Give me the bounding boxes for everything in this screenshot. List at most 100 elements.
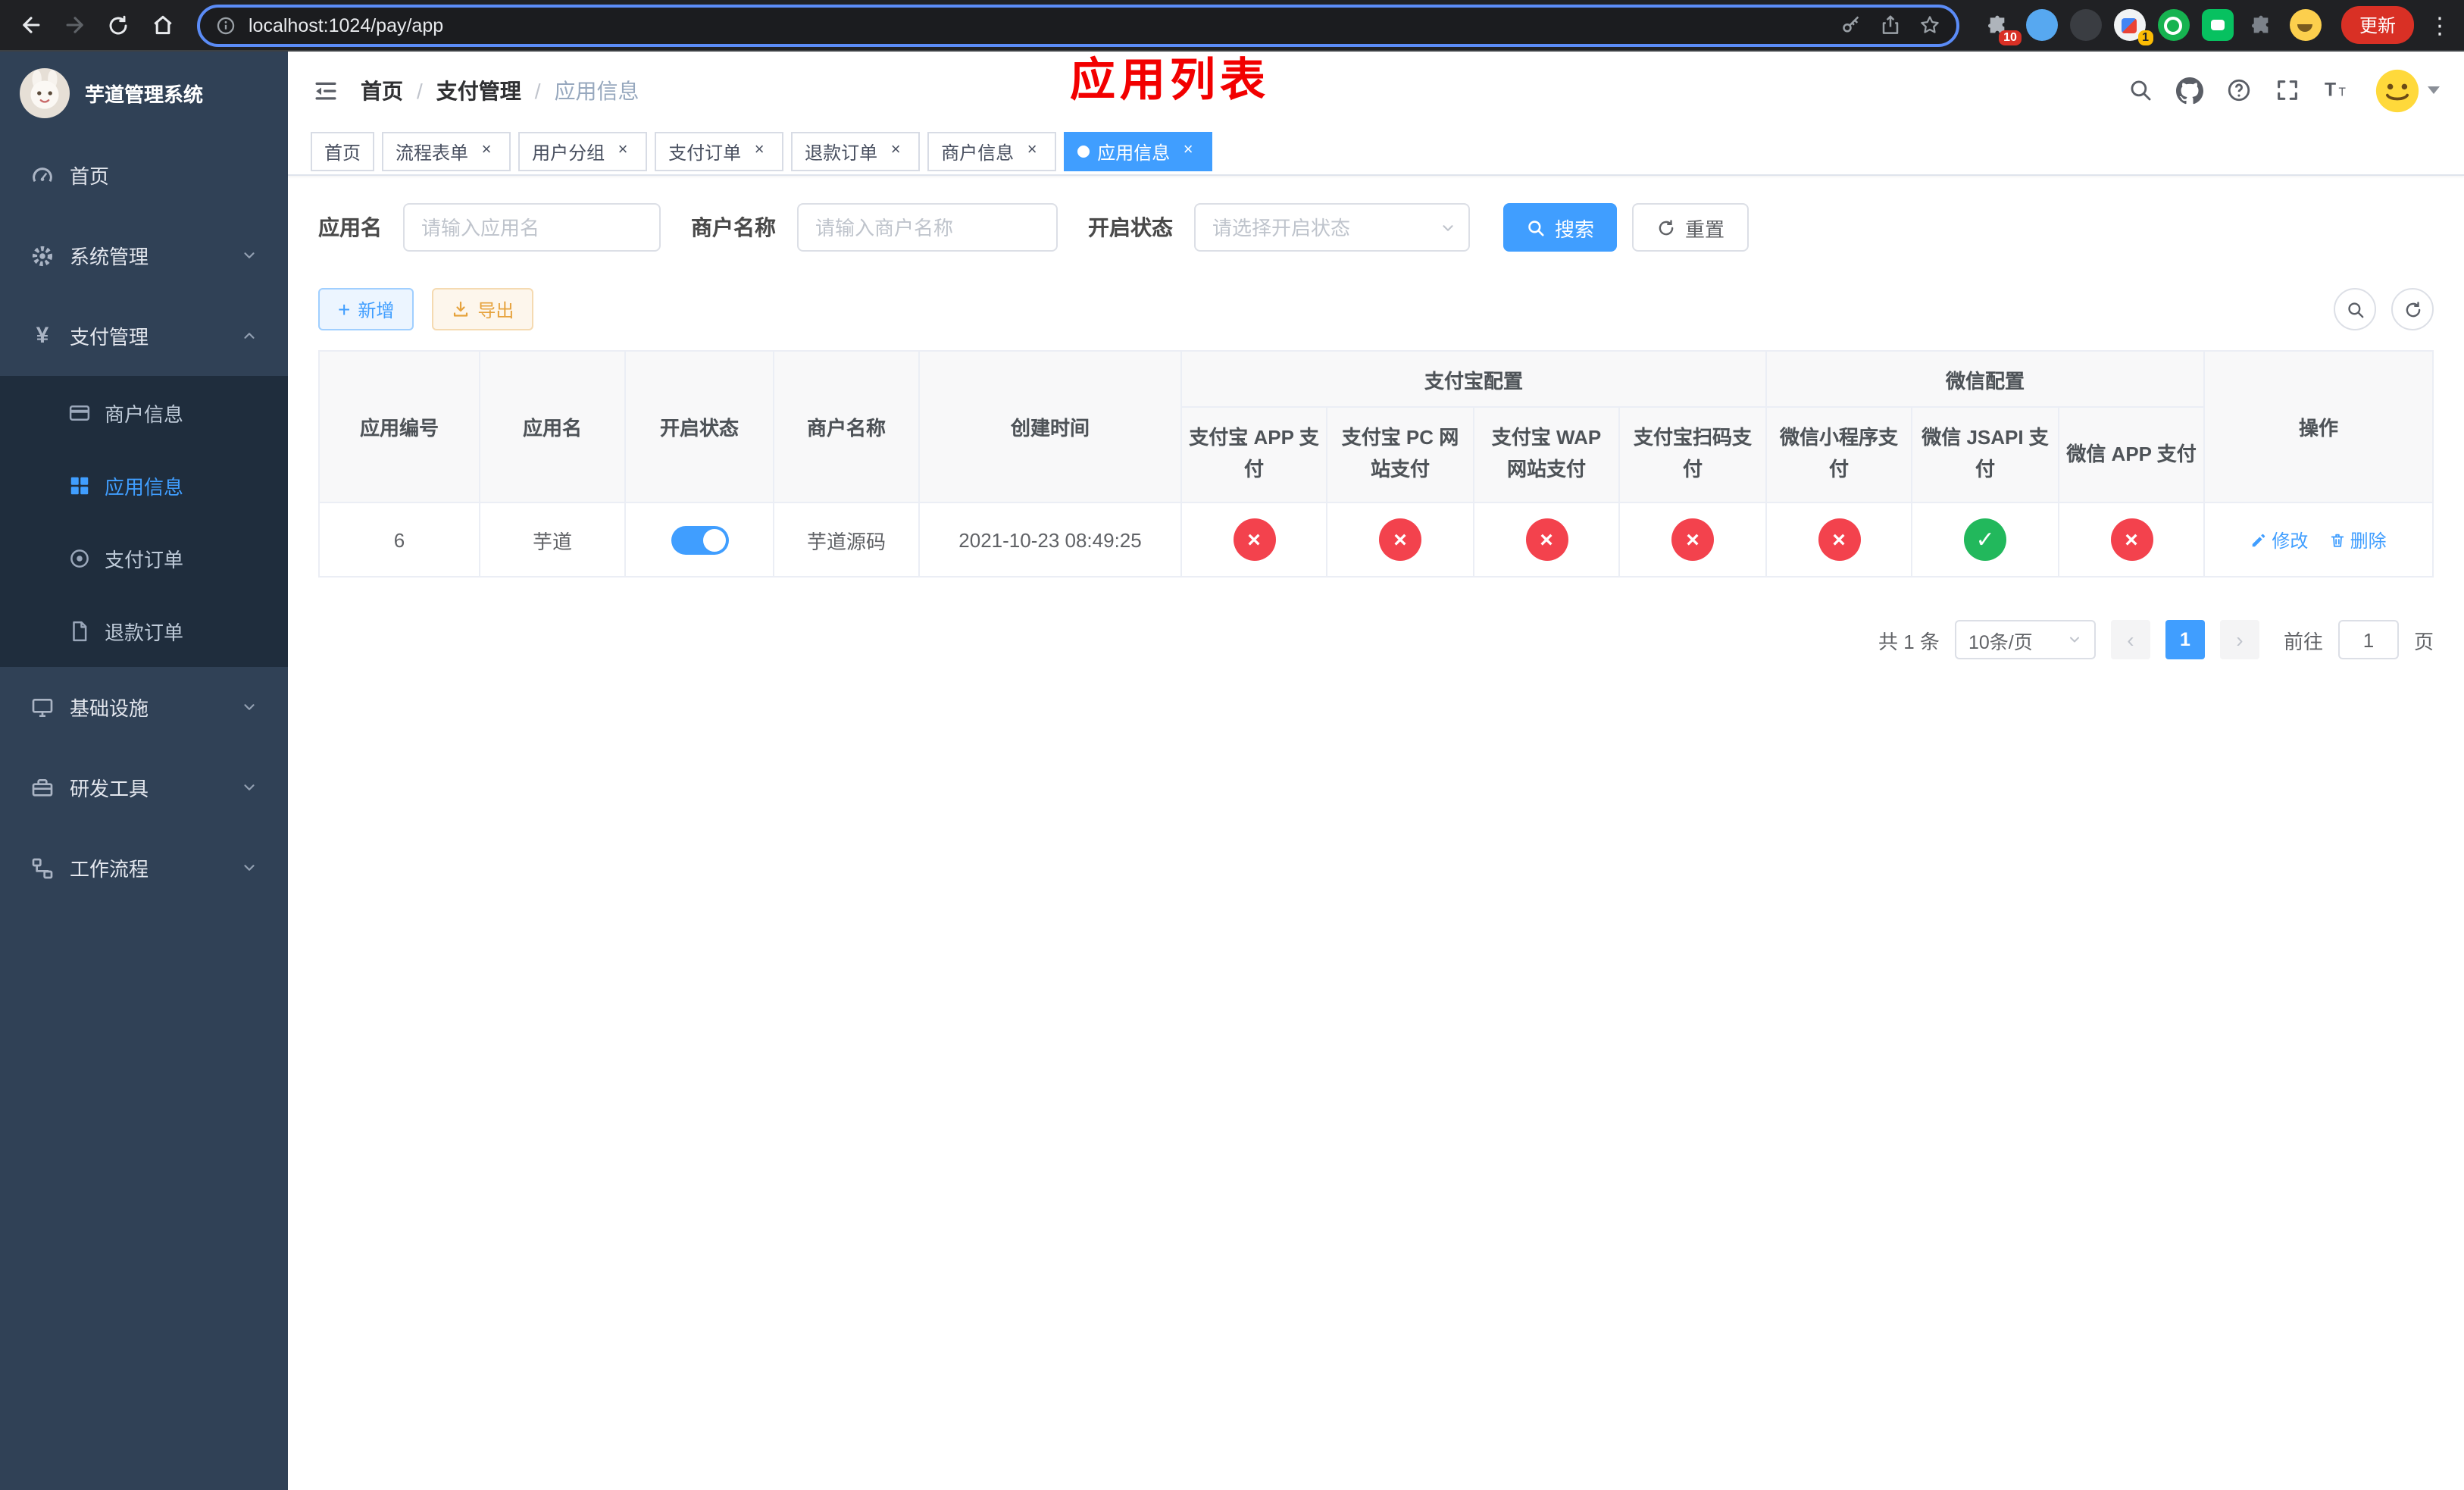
sidebar-item-label: 退款订单 (105, 621, 184, 643)
goto-page-input[interactable] (2337, 620, 2399, 659)
status-label: 开启状态 (1088, 215, 1173, 239)
tab-label: 流程表单 (396, 142, 469, 163)
tab-label: 首页 (324, 142, 361, 163)
tab-close-icon[interactable]: × (1021, 141, 1043, 162)
screen: localhost:1024/pay/app 10 1 更新 ⋮ 芋道管理系统 … (0, 0, 2464, 1490)
cell-wechat-app: × (2058, 502, 2206, 578)
help-icon[interactable] (2226, 77, 2252, 103)
logo-avatar (20, 68, 70, 118)
pagination-total: 共 1 条 (1878, 630, 1940, 653)
prev-page-button[interactable]: ‹ (2110, 620, 2150, 659)
tab-app-info[interactable]: 应用信息 × (1064, 132, 1213, 171)
next-page-button[interactable]: › (2219, 620, 2259, 659)
extension-icon-6[interactable] (2201, 9, 2234, 41)
status-select[interactable] (1194, 203, 1470, 252)
breadcrumb-home[interactable]: 首页 (361, 75, 403, 105)
tab-close-icon[interactable]: × (749, 141, 770, 162)
page-content: 应用名 商户名称 开启状态 (288, 176, 2464, 1490)
show-search-icon[interactable] (2334, 288, 2376, 330)
svg-text:T: T (2339, 86, 2347, 99)
tab-merchant-info[interactable]: 商户信息 × (927, 132, 1057, 171)
edit-link[interactable]: 修改 (2250, 527, 2308, 552)
font-size-icon[interactable]: TT (2323, 77, 2352, 103)
bookmark-star-icon[interactable] (1918, 14, 1941, 36)
col-wechat-app: 微信 APP 支付 (2058, 406, 2206, 503)
search-icon[interactable] (2128, 77, 2153, 103)
sidebar-item-merchant-info[interactable]: 商户信息 (0, 376, 288, 449)
app-name-input[interactable] (403, 203, 661, 252)
navbar-actions: TT (2128, 67, 2440, 113)
app-logo[interactable]: 芋道管理系统 (0, 52, 288, 135)
tab-process-form[interactable]: 流程表单 × (382, 132, 511, 171)
tab-close-icon[interactable]: × (476, 141, 497, 162)
extension-icon-4[interactable]: 1 (2113, 9, 2153, 45)
site-info-icon[interactable] (215, 14, 236, 36)
sidebar-item-app-info[interactable]: 应用信息 (0, 449, 288, 521)
status-toggle[interactable] (671, 525, 728, 554)
browser-back-icon[interactable] (12, 7, 48, 43)
sidebar-item-payment[interactable]: ¥ 支付管理 (0, 296, 288, 376)
user-avatar[interactable] (2375, 67, 2440, 113)
search-button[interactable]: 搜索 (1503, 203, 1618, 252)
extension-icon-2[interactable] (2025, 9, 2058, 41)
export-button[interactable]: 导出 (432, 288, 534, 330)
page-title-annotation: 应用列表 (1070, 56, 1270, 106)
sidebar-item-label: 应用信息 (105, 475, 184, 498)
credit-card-icon (67, 401, 91, 424)
sidebar-item-label: 研发工具 (70, 778, 149, 800)
extension-puzzle-icon-1[interactable]: 10 (1982, 9, 2022, 45)
caret-down-icon (2428, 86, 2440, 94)
tab-home[interactable]: 首页 (311, 132, 375, 171)
merchant-name-input[interactable] (797, 203, 1058, 252)
breadcrumb-payment[interactable]: 支付管理 (436, 75, 521, 105)
browser-reload-icon[interactable] (100, 7, 136, 43)
tab-refund-order[interactable]: 退款订单 × (791, 132, 921, 171)
tab-user-group[interactable]: 用户分组 × (518, 132, 648, 171)
url-text: localhost:1024/pay/app (249, 14, 444, 36)
browser-update-button[interactable]: 更新 (2340, 6, 2414, 44)
sidebar-item-refund-order[interactable]: 退款订单 (0, 594, 288, 667)
tab-close-icon[interactable]: × (1177, 141, 1199, 162)
breadcrumb: 首页 / 支付管理 / 应用信息 (361, 75, 639, 105)
add-button[interactable]: + 新增 (318, 288, 414, 330)
github-icon[interactable] (2176, 77, 2203, 104)
reset-button[interactable]: 重置 (1632, 203, 1750, 252)
sidebar-item-home[interactable]: 首页 (0, 135, 288, 215)
delete-link[interactable]: 删除 (2329, 527, 2387, 552)
disabled-status-icon: × (2110, 518, 2153, 561)
tab-close-icon[interactable]: × (885, 141, 906, 162)
sidebar-item-infrastructure[interactable]: 基础设施 (0, 667, 288, 747)
sidebar-item-system[interactable]: 系统管理 (0, 215, 288, 296)
fullscreen-icon[interactable] (2275, 77, 2300, 103)
filter-form: 应用名 商户名称 开启状态 (318, 203, 2434, 252)
sidebar-item-dev-tools[interactable]: 研发工具 (0, 747, 288, 828)
browser-forward-icon[interactable] (56, 7, 92, 43)
page-size-select[interactable]: 10条/页 (1954, 620, 2096, 659)
sidebar-item-label: 工作流程 (70, 858, 149, 881)
hamburger-icon[interactable] (312, 77, 339, 104)
browser-home-icon[interactable] (144, 7, 180, 43)
profile-avatar-icon[interactable] (2289, 9, 2322, 41)
extension-icon-3[interactable] (2069, 9, 2102, 41)
add-button-label: 新增 (358, 299, 395, 321)
sidebar-item-pay-order[interactable]: 支付订单 (0, 521, 288, 594)
refresh-table-icon[interactable] (2391, 288, 2434, 330)
tags-view: 首页 流程表单 × 用户分组 × 支付订单 × 退款订单 × 商户信息 × 应用… (288, 129, 2464, 176)
extension-icon-5[interactable] (2157, 9, 2190, 41)
col-group-wechat: 微信配置 (1765, 350, 2206, 408)
breadcrumb-current: 应用信息 (554, 78, 639, 102)
password-key-icon[interactable] (1840, 14, 1862, 36)
extension-puzzle-icon-7[interactable] (2246, 9, 2278, 41)
tab-pay-order[interactable]: 支付订单 × (655, 132, 784, 171)
tab-label: 支付订单 (668, 142, 742, 163)
sidebar-item-workflow[interactable]: 工作流程 (0, 828, 288, 908)
sidebar-item-label: 商户信息 (105, 402, 184, 425)
col-alipay-qr: 支付宝扫码支付 (1618, 406, 1768, 503)
disabled-status-icon: × (1525, 518, 1568, 561)
browser-menu-icon[interactable]: ⋮ (2428, 11, 2452, 39)
current-page[interactable]: 1 (2165, 620, 2205, 659)
cell-alipay-wap: × (1473, 502, 1620, 578)
address-bar[interactable]: localhost:1024/pay/app (197, 4, 1959, 46)
tab-close-icon[interactable]: × (612, 141, 633, 162)
share-icon[interactable] (1879, 14, 1902, 36)
